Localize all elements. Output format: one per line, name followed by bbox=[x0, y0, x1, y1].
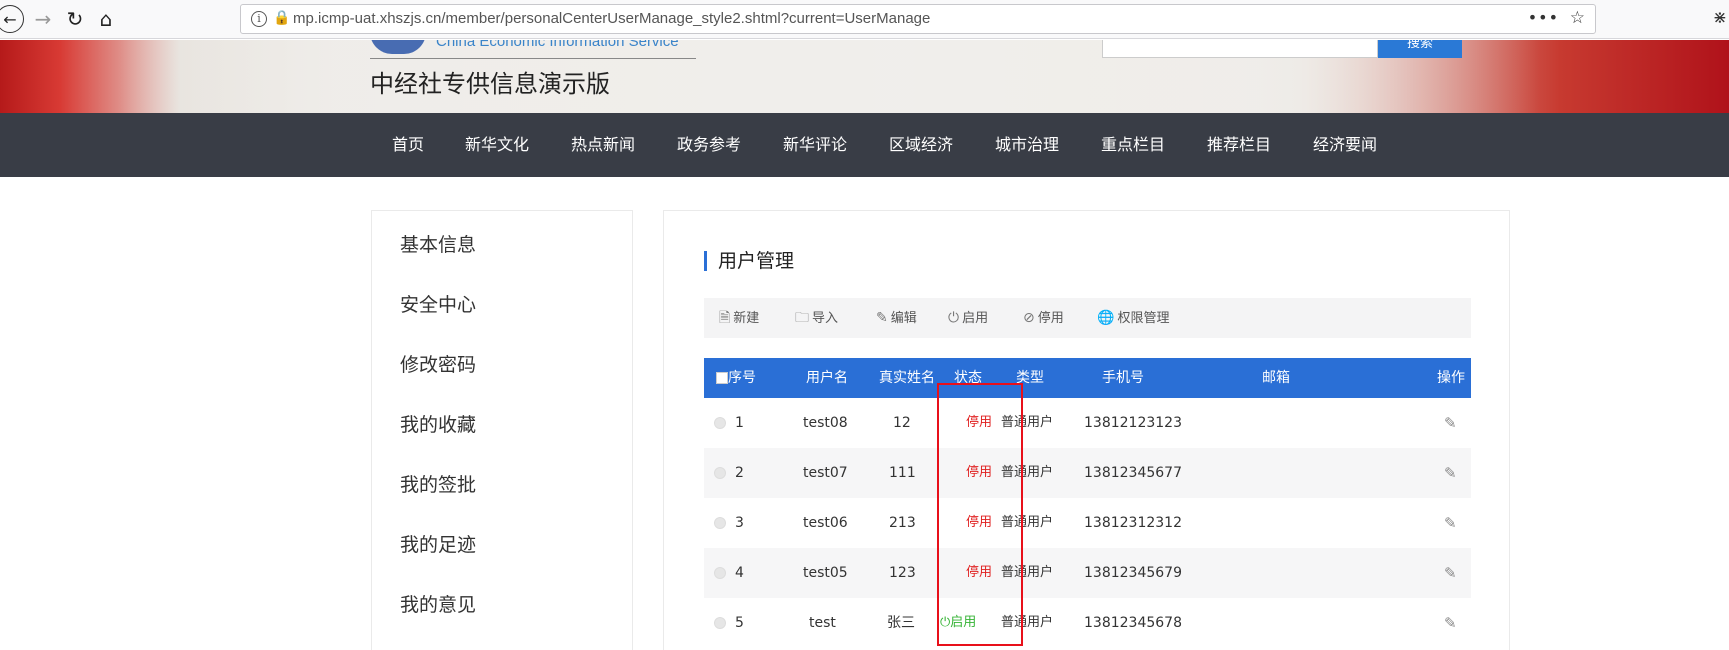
browser-toolbar: ← → ↻ ⌂ i 🔒 mp.icmp-uat.xhszjs.cn/member… bbox=[0, 0, 1729, 39]
globe-icon: 🌐 bbox=[1097, 310, 1115, 326]
new-file-icon: 🗎 bbox=[719, 310, 731, 326]
main-nav: 首页 新华文化 热点新闻 政务参考 新华评论 区域经济 城市治理 重点栏目 推荐… bbox=[0, 113, 1729, 177]
cell-realname: 张三 bbox=[887, 615, 915, 631]
column-header-actions: 操作 bbox=[1437, 370, 1465, 386]
cell-realname: 12 bbox=[893, 415, 911, 431]
nav-item-featured[interactable]: 重点栏目 bbox=[1101, 113, 1165, 177]
new-button[interactable]: 🗎 新建 bbox=[719, 298, 759, 338]
cell-username: test05 bbox=[803, 565, 848, 581]
sidebar-item-history[interactable]: 我的足迹 bbox=[400, 530, 476, 557]
table-row[interactable]: 4 test05 123 停用 普通用户 13812345679 ✎ bbox=[704, 548, 1471, 598]
cell-username: test08 bbox=[803, 415, 848, 431]
cell-realname: 123 bbox=[889, 565, 916, 581]
more-icon[interactable]: ••• bbox=[1528, 8, 1559, 27]
search-button[interactable]: 搜索 bbox=[1378, 40, 1462, 58]
cell-index: 4 bbox=[735, 565, 744, 581]
row-radio[interactable] bbox=[714, 517, 726, 529]
sidebar-item-feedback[interactable]: 我的意见 bbox=[400, 590, 476, 617]
sidebar-item-change-password[interactable]: 修改密码 bbox=[400, 350, 476, 377]
site-title: 中经社专供信息演示版 bbox=[370, 70, 610, 98]
cell-index: 1 bbox=[735, 415, 744, 431]
cell-phone: 13812345677 bbox=[1084, 465, 1182, 481]
search-input[interactable] bbox=[1102, 40, 1378, 58]
cell-phone: 13812345679 bbox=[1084, 565, 1182, 581]
enable-button[interactable]: ⏻ 启用 bbox=[948, 298, 988, 338]
select-all-checkbox[interactable] bbox=[716, 372, 728, 384]
nav-item-hot-news[interactable]: 热点新闻 bbox=[571, 113, 635, 177]
column-header-username: 用户名 bbox=[806, 370, 848, 386]
cell-username: test07 bbox=[803, 465, 848, 481]
forward-icon[interactable]: → bbox=[30, 6, 56, 32]
sidebar-item-basic-info[interactable]: 基本信息 bbox=[400, 230, 476, 257]
cell-index: 5 bbox=[735, 615, 744, 631]
row-edit-icon[interactable]: ✎ bbox=[1444, 514, 1457, 532]
import-icon: 🗀 bbox=[795, 310, 809, 326]
info-icon[interactable]: i bbox=[251, 11, 267, 27]
address-bar[interactable]: i 🔒 mp.icmp-uat.xhszjs.cn/member/persona… bbox=[240, 4, 1596, 34]
table-row[interactable]: 5 test 张三 ⏻启用 普通用户 13812345678 ✎ bbox=[704, 598, 1471, 648]
action-toolbar: 🗎 新建 🗀 导入 ✎ 编辑 ⏻ 启用 ⊘ 停用 🌐 权限管理 bbox=[704, 298, 1471, 338]
edit-icon: ✎ bbox=[876, 310, 888, 326]
bookmark-star-icon[interactable]: ☆ bbox=[1570, 8, 1585, 28]
status-column-highlight bbox=[937, 383, 1023, 646]
user-management-panel: 用户管理 🗎 新建 🗀 导入 ✎ 编辑 ⏻ 启用 ⊘ 停用 🌐 权限管理 序号 用户名 真实… bbox=[663, 210, 1510, 650]
cell-username: test bbox=[809, 615, 836, 631]
row-radio[interactable] bbox=[714, 567, 726, 579]
nav-item-recommended[interactable]: 推荐栏目 bbox=[1207, 113, 1271, 177]
sidebar-item-favorites[interactable]: 我的收藏 bbox=[400, 410, 476, 437]
nav-item-commentary[interactable]: 新华评论 bbox=[783, 113, 847, 177]
page-title: 用户管理 bbox=[704, 251, 794, 271]
import-button[interactable]: 🗀 导入 bbox=[795, 298, 838, 338]
row-radio[interactable] bbox=[714, 417, 726, 429]
table-row[interactable]: 3 test06 213 停用 普通用户 13812312312 ✎ bbox=[704, 498, 1471, 548]
permission-management-button[interactable]: 🌐 权限管理 bbox=[1097, 298, 1169, 338]
cell-phone: 13812123123 bbox=[1084, 415, 1182, 431]
column-header-realname: 真实姓名 bbox=[879, 370, 935, 386]
table-row[interactable]: 2 test07 111 停用 普通用户 13812345677 ✎ bbox=[704, 448, 1471, 498]
home-icon[interactable]: ⌂ bbox=[93, 6, 119, 32]
row-edit-icon[interactable]: ✎ bbox=[1444, 464, 1457, 482]
cell-index: 2 bbox=[735, 465, 744, 481]
nav-item-regional-economy[interactable]: 区域经济 bbox=[889, 113, 953, 177]
sidebar-item-security[interactable]: 安全中心 bbox=[400, 290, 476, 317]
cell-index: 3 bbox=[735, 515, 744, 531]
site-banner: China Economic Information Service 中经社专供… bbox=[0, 40, 1729, 113]
reload-icon[interactable]: ↻ bbox=[62, 6, 88, 32]
row-edit-icon[interactable]: ✎ bbox=[1444, 564, 1457, 582]
sidebar: 基本信息 安全中心 修改密码 我的收藏 我的签批 我的足迹 我的意见 bbox=[371, 210, 633, 650]
nav-item-city-governance[interactable]: 城市治理 bbox=[995, 113, 1059, 177]
column-header-phone: 手机号 bbox=[1102, 370, 1144, 386]
sidebar-item-approvals[interactable]: 我的签批 bbox=[400, 470, 476, 497]
cell-phone: 13812312312 bbox=[1084, 515, 1182, 531]
row-radio[interactable] bbox=[714, 617, 726, 629]
column-header-email: 邮箱 bbox=[1262, 370, 1290, 386]
insecure-lock-icon[interactable]: 🔒 bbox=[273, 10, 290, 26]
nav-item-politics[interactable]: 政务参考 bbox=[677, 113, 741, 177]
logo-divider bbox=[370, 58, 696, 59]
disable-icon: ⊘ bbox=[1023, 310, 1035, 326]
power-icon: ⏻ bbox=[948, 310, 960, 326]
nav-item-economic-news[interactable]: 经济要闻 bbox=[1313, 113, 1377, 177]
url-text[interactable]: mp.icmp-uat.xhszjs.cn/member/personalCen… bbox=[293, 10, 930, 27]
row-radio[interactable] bbox=[714, 467, 726, 479]
cell-realname: 213 bbox=[889, 515, 916, 531]
column-header-index: 序号 bbox=[728, 370, 756, 386]
nav-item-culture[interactable]: 新华文化 bbox=[465, 113, 529, 177]
extension-icon[interactable]: ⋇ bbox=[1713, 8, 1727, 28]
disable-button[interactable]: ⊘ 停用 bbox=[1023, 298, 1064, 338]
row-edit-icon[interactable]: ✎ bbox=[1444, 614, 1457, 632]
logo-english-text: China Economic Information Service bbox=[436, 40, 679, 50]
row-edit-icon[interactable]: ✎ bbox=[1444, 414, 1457, 432]
cell-realname: 111 bbox=[889, 465, 916, 481]
table-header: 序号 用户名 真实姓名 状态 类型 手机号 邮箱 操作 bbox=[704, 358, 1471, 398]
cell-phone: 13812345678 bbox=[1084, 615, 1182, 631]
cell-username: test06 bbox=[803, 515, 848, 531]
nav-item-home[interactable]: 首页 bbox=[392, 113, 424, 177]
edit-button[interactable]: ✎ 编辑 bbox=[876, 298, 917, 338]
back-icon[interactable]: ← bbox=[0, 5, 24, 33]
table-row[interactable]: 1 test08 12 停用 普通用户 13812123123 ✎ bbox=[704, 398, 1471, 448]
